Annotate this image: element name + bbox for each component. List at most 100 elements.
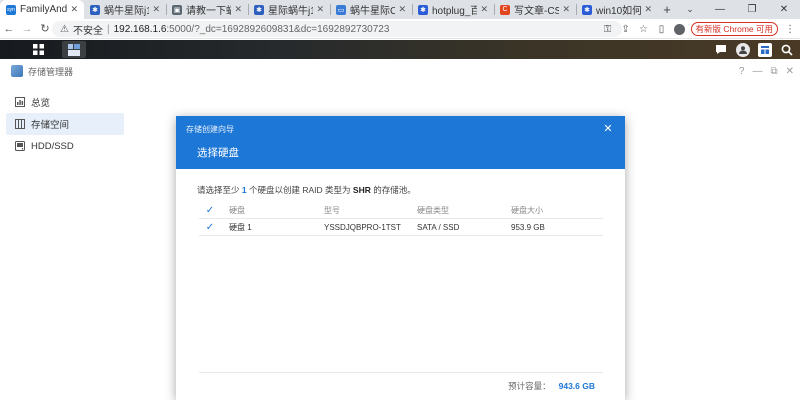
sidebar: 总览 存储空间 HDD/SSD: [0, 83, 132, 400]
baidu-favicon-icon: ✱: [254, 4, 264, 15]
warning-icon: ⚠: [60, 23, 69, 35]
storage-manager-taskbar-icon[interactable]: [62, 41, 86, 58]
sidebar-item-hdd-ssd[interactable]: HDD/SSD: [6, 135, 124, 157]
browser-tab[interactable]: ✱ win10如何截图 ✕: [576, 0, 658, 19]
security-label: 不安全: [72, 25, 103, 37]
wizard-header: 存储创建向导 选择硬盘 ✕: [176, 116, 625, 169]
storage-manager-logo-icon: [11, 65, 23, 77]
browser-tab[interactable]: ✱ hotplug_百度 ✕: [412, 0, 494, 19]
column-header-disk[interactable]: 硬盘: [229, 203, 245, 218]
chat-icon[interactable]: [714, 43, 728, 57]
tab-close-icon[interactable]: ✕: [70, 4, 78, 15]
capacity-label: 预计容量：: [508, 381, 551, 391]
new-tab-button[interactable]: +: [658, 0, 676, 19]
desc-raid-type: SHR: [352, 185, 371, 195]
cell-disk: 硬盘 1: [229, 222, 252, 232]
tab-title: 蜗牛星际j1900: [104, 6, 150, 17]
key-icon[interactable]: ⚿: [602, 24, 614, 35]
table-row[interactable]: ✓ 硬盘 1 YSSDJQBPRO-1TST SATA / SSD 953.9 …: [199, 219, 603, 236]
restore-icon[interactable]: ⧉: [770, 66, 777, 77]
synology-favicon-icon: syn: [6, 4, 16, 15]
column-header-model[interactable]: 型号: [324, 203, 340, 218]
sidebar-item-label: HDD/SSD: [31, 140, 74, 152]
share-icon[interactable]: ⇪: [620, 24, 632, 35]
tab-close-icon[interactable]: ✕: [152, 4, 160, 15]
page-favicon-icon: ▭: [336, 4, 346, 15]
profile-avatar-icon[interactable]: [673, 23, 685, 35]
help-icon[interactable]: ?: [739, 66, 745, 77]
overview-icon: [15, 97, 25, 107]
chrome-update-button[interactable]: 有新版 Chrome 可用: [690, 22, 778, 36]
tab-title: win10如何截图: [596, 6, 642, 17]
wizard-title: 存储创建向导: [186, 125, 234, 134]
browser-tab[interactable]: ▣ 请教一下蜗牛星 ✕: [166, 0, 248, 19]
back-icon[interactable]: ←: [0, 19, 18, 39]
bookmark-star-icon[interactable]: ☆: [638, 24, 650, 35]
storage-icon: [15, 119, 25, 129]
select-all-checkbox[interactable]: ✓: [205, 203, 215, 218]
cell-size: 953.9 GB: [511, 222, 545, 232]
tab-close-icon[interactable]: ✕: [234, 4, 242, 15]
forward-icon[interactable]: →: [18, 19, 36, 39]
baidu-favicon-icon: ✱: [582, 4, 592, 15]
checkmark-icon: ✓: [205, 221, 215, 233]
tab-close-icon[interactable]: ✕: [562, 4, 570, 15]
table-header-row: ✓ 硬盘 型号 硬盘类型 硬盘大小: [199, 203, 603, 219]
dsm-taskbar-right: [714, 40, 794, 59]
tab-close-icon[interactable]: ✕: [480, 4, 488, 15]
minimize-icon[interactable]: —: [704, 0, 736, 19]
cell-type: SATA / SSD: [417, 222, 460, 232]
toolbar-actions: ⚿ ⇪ ☆ ▯ 有新版 Chrome 可用 ⋮: [602, 21, 796, 37]
browser-tab[interactable]: C 写文章-CSDN ✕: [494, 0, 576, 19]
sidebar-item-storage[interactable]: 存储空间: [6, 113, 124, 135]
tab-close-icon[interactable]: ✕: [316, 4, 324, 15]
wizard-description: 请选择至少 1 个硬盘以创建 RAID 类型为 SHR 的存储池。: [197, 184, 416, 196]
tab-title: 写文章-CSDN: [514, 6, 560, 17]
tab-title: FamilyAndLife: [20, 4, 68, 15]
storage-wizard-dialog: 存储创建向导 选择硬盘 ✕ 请选择至少 1 个硬盘以创建 RAID 类型为 SH…: [176, 116, 625, 400]
disk-table: ✓ 硬盘 型号 硬盘类型 硬盘大小 ✓ 硬盘 1 YSSDJQBPRO-1TST…: [199, 203, 603, 236]
widgets-icon[interactable]: [758, 42, 772, 57]
baidu-favicon-icon: ✱: [418, 4, 428, 15]
sidebar-item-overview[interactable]: 总览: [6, 91, 124, 113]
checkmark-icon: ✓: [205, 205, 215, 216]
wizard-step-title: 选择硬盘: [197, 147, 239, 159]
browser-tab[interactable]: ✱ 蜗牛星际j1900 ✕: [84, 0, 166, 19]
user-icon[interactable]: [736, 42, 750, 57]
tab-title: 星际蜗牛j1900: [268, 6, 314, 17]
row-checkbox[interactable]: ✓: [205, 219, 215, 235]
browser-tab[interactable]: ✱ 星际蜗牛j1900 ✕: [248, 0, 330, 19]
dsm-taskbar: [0, 40, 800, 59]
tab-title: 蜗牛星际C款绊: [350, 6, 396, 17]
tab-close-icon[interactable]: ✕: [398, 4, 406, 15]
column-header-type[interactable]: 硬盘类型: [417, 203, 449, 218]
search-icon[interactable]: [780, 43, 794, 57]
address-bar[interactable]: ⚠ 不安全 | 192.168.1.6 :5000/?_dc=169289260…: [52, 21, 622, 37]
tab-title: hotplug_百度: [432, 6, 478, 17]
desc-prefix: 请选择至少: [197, 185, 240, 195]
tab-search-icon[interactable]: ⌄: [680, 0, 700, 19]
more-menu-icon[interactable]: ⋮: [784, 24, 796, 35]
url-path: :5000/?_dc=1692892609831&dc=169289273072…: [166, 23, 390, 35]
maximize-icon[interactable]: ❐: [736, 0, 768, 19]
sidepanel-icon[interactable]: ▯: [656, 24, 668, 35]
footer-divider: [199, 372, 603, 373]
desc-disk-count: 1: [241, 185, 247, 195]
desc-suffix: 的存储池。: [373, 185, 416, 195]
minimize-icon[interactable]: —: [752, 66, 762, 77]
main-menu-icon[interactable]: [26, 41, 50, 58]
storage-manager-titlebar: 存储管理器 ? — ⧉ ✕: [0, 59, 800, 83]
close-window-icon[interactable]: ✕: [768, 0, 800, 19]
tab-close-icon[interactable]: ✕: [644, 4, 652, 15]
browser-tab[interactable]: ▭ 蜗牛星际C款绊 ✕: [330, 0, 412, 19]
sidebar-item-label: 存储空间: [31, 120, 70, 131]
forum-favicon-icon: ▣: [172, 4, 182, 15]
column-header-size[interactable]: 硬盘大小: [511, 203, 543, 218]
tab-title: 请教一下蜗牛星: [186, 6, 232, 17]
window-controls: — ❐ ✕: [704, 0, 800, 19]
browser-tab[interactable]: syn FamilyAndLife ✕: [0, 0, 84, 19]
browser-toolbar: ← → ↻ ⚠ 不安全 | 192.168.1.6 :5000/?_dc=169…: [0, 19, 800, 39]
sidebar-item-label: 总览: [31, 98, 51, 109]
close-icon[interactable]: ✕: [786, 66, 794, 77]
close-icon[interactable]: ✕: [601, 121, 615, 135]
